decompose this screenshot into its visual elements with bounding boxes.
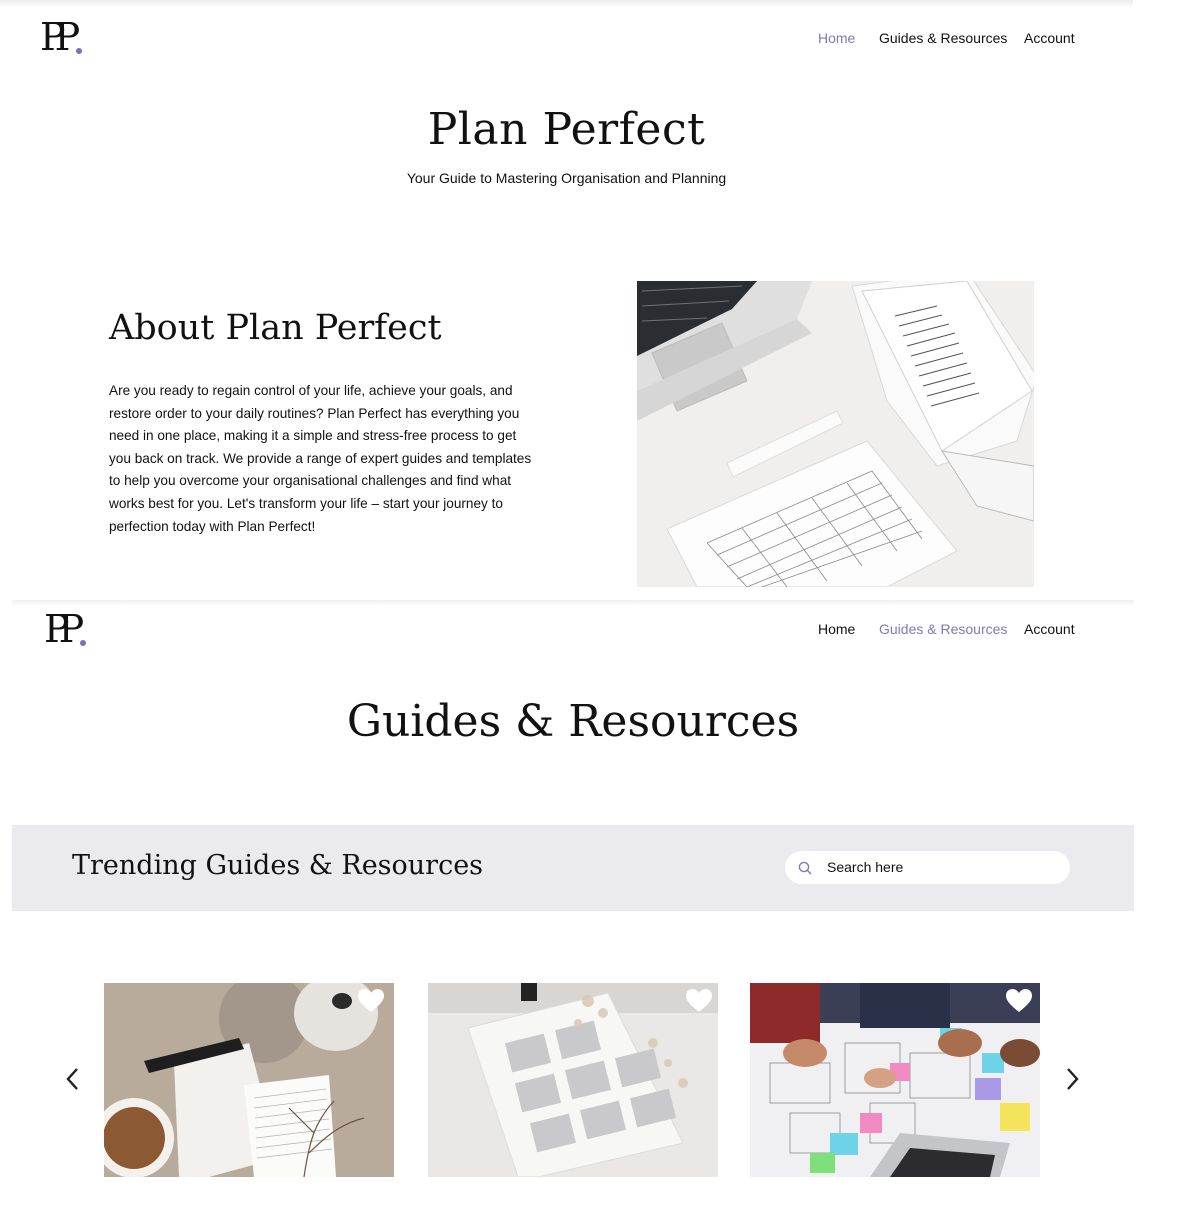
carousel-prev-button[interactable] [64, 1066, 84, 1092]
logo-dot-2 [80, 640, 86, 646]
logo-text-2: PP [44, 607, 84, 651]
heart-icon[interactable] [357, 988, 385, 1014]
logo[interactable]: PP [40, 18, 90, 58]
trending-title: Trending Guides & Resources [72, 850, 484, 881]
search-placeholder: Search here [827, 859, 904, 875]
logo-dot [76, 48, 82, 54]
chevron-left-icon [66, 1068, 78, 1090]
guides-page-title: Guides & Resources [346, 696, 800, 747]
logo-2[interactable]: PP [44, 610, 94, 650]
about-body: Are you ready to regain control of your … [109, 383, 532, 534]
team-sticky-notes-photo [750, 983, 1040, 1177]
about-title: About Plan Perfect [109, 308, 442, 348]
nav-guides-resources-2[interactable]: Guides & Resources [879, 621, 1007, 637]
hero-subtitle: Your Guide to Mastering Organisation and… [406, 170, 727, 186]
logo-text: PP [40, 15, 80, 59]
guide-card-2[interactable] [428, 983, 718, 1177]
carousel-next-button[interactable] [1062, 1066, 1082, 1092]
about-photo-illustration [637, 281, 1034, 587]
hero-title: Plan Perfect [427, 104, 706, 155]
search-input[interactable]: Search here [785, 851, 1070, 884]
search-icon [798, 861, 812, 875]
nav-home[interactable]: Home [818, 30, 855, 46]
header-shadow-2 [12, 600, 1134, 606]
nav-home-2[interactable]: Home [818, 621, 855, 637]
chevron-right-icon [1067, 1068, 1079, 1090]
laptop-and-planner-photo [637, 281, 1034, 587]
guide-card-3[interactable] [750, 983, 1040, 1177]
header-shadow [0, 0, 1133, 7]
heart-icon[interactable] [1005, 988, 1033, 1014]
nav-guides-resources[interactable]: Guides & Resources [879, 30, 1007, 46]
nav-account[interactable]: Account [1024, 30, 1075, 46]
heart-icon[interactable] [685, 988, 713, 1014]
nav-account-2[interactable]: Account [1024, 621, 1075, 637]
calendar-planner-photo [428, 983, 718, 1177]
coffee-and-checklist-photo [104, 983, 394, 1177]
home-page-frame: PP Home Guides & Resources Account Plan … [0, 0, 1133, 598]
guide-card-1[interactable] [104, 983, 394, 1177]
